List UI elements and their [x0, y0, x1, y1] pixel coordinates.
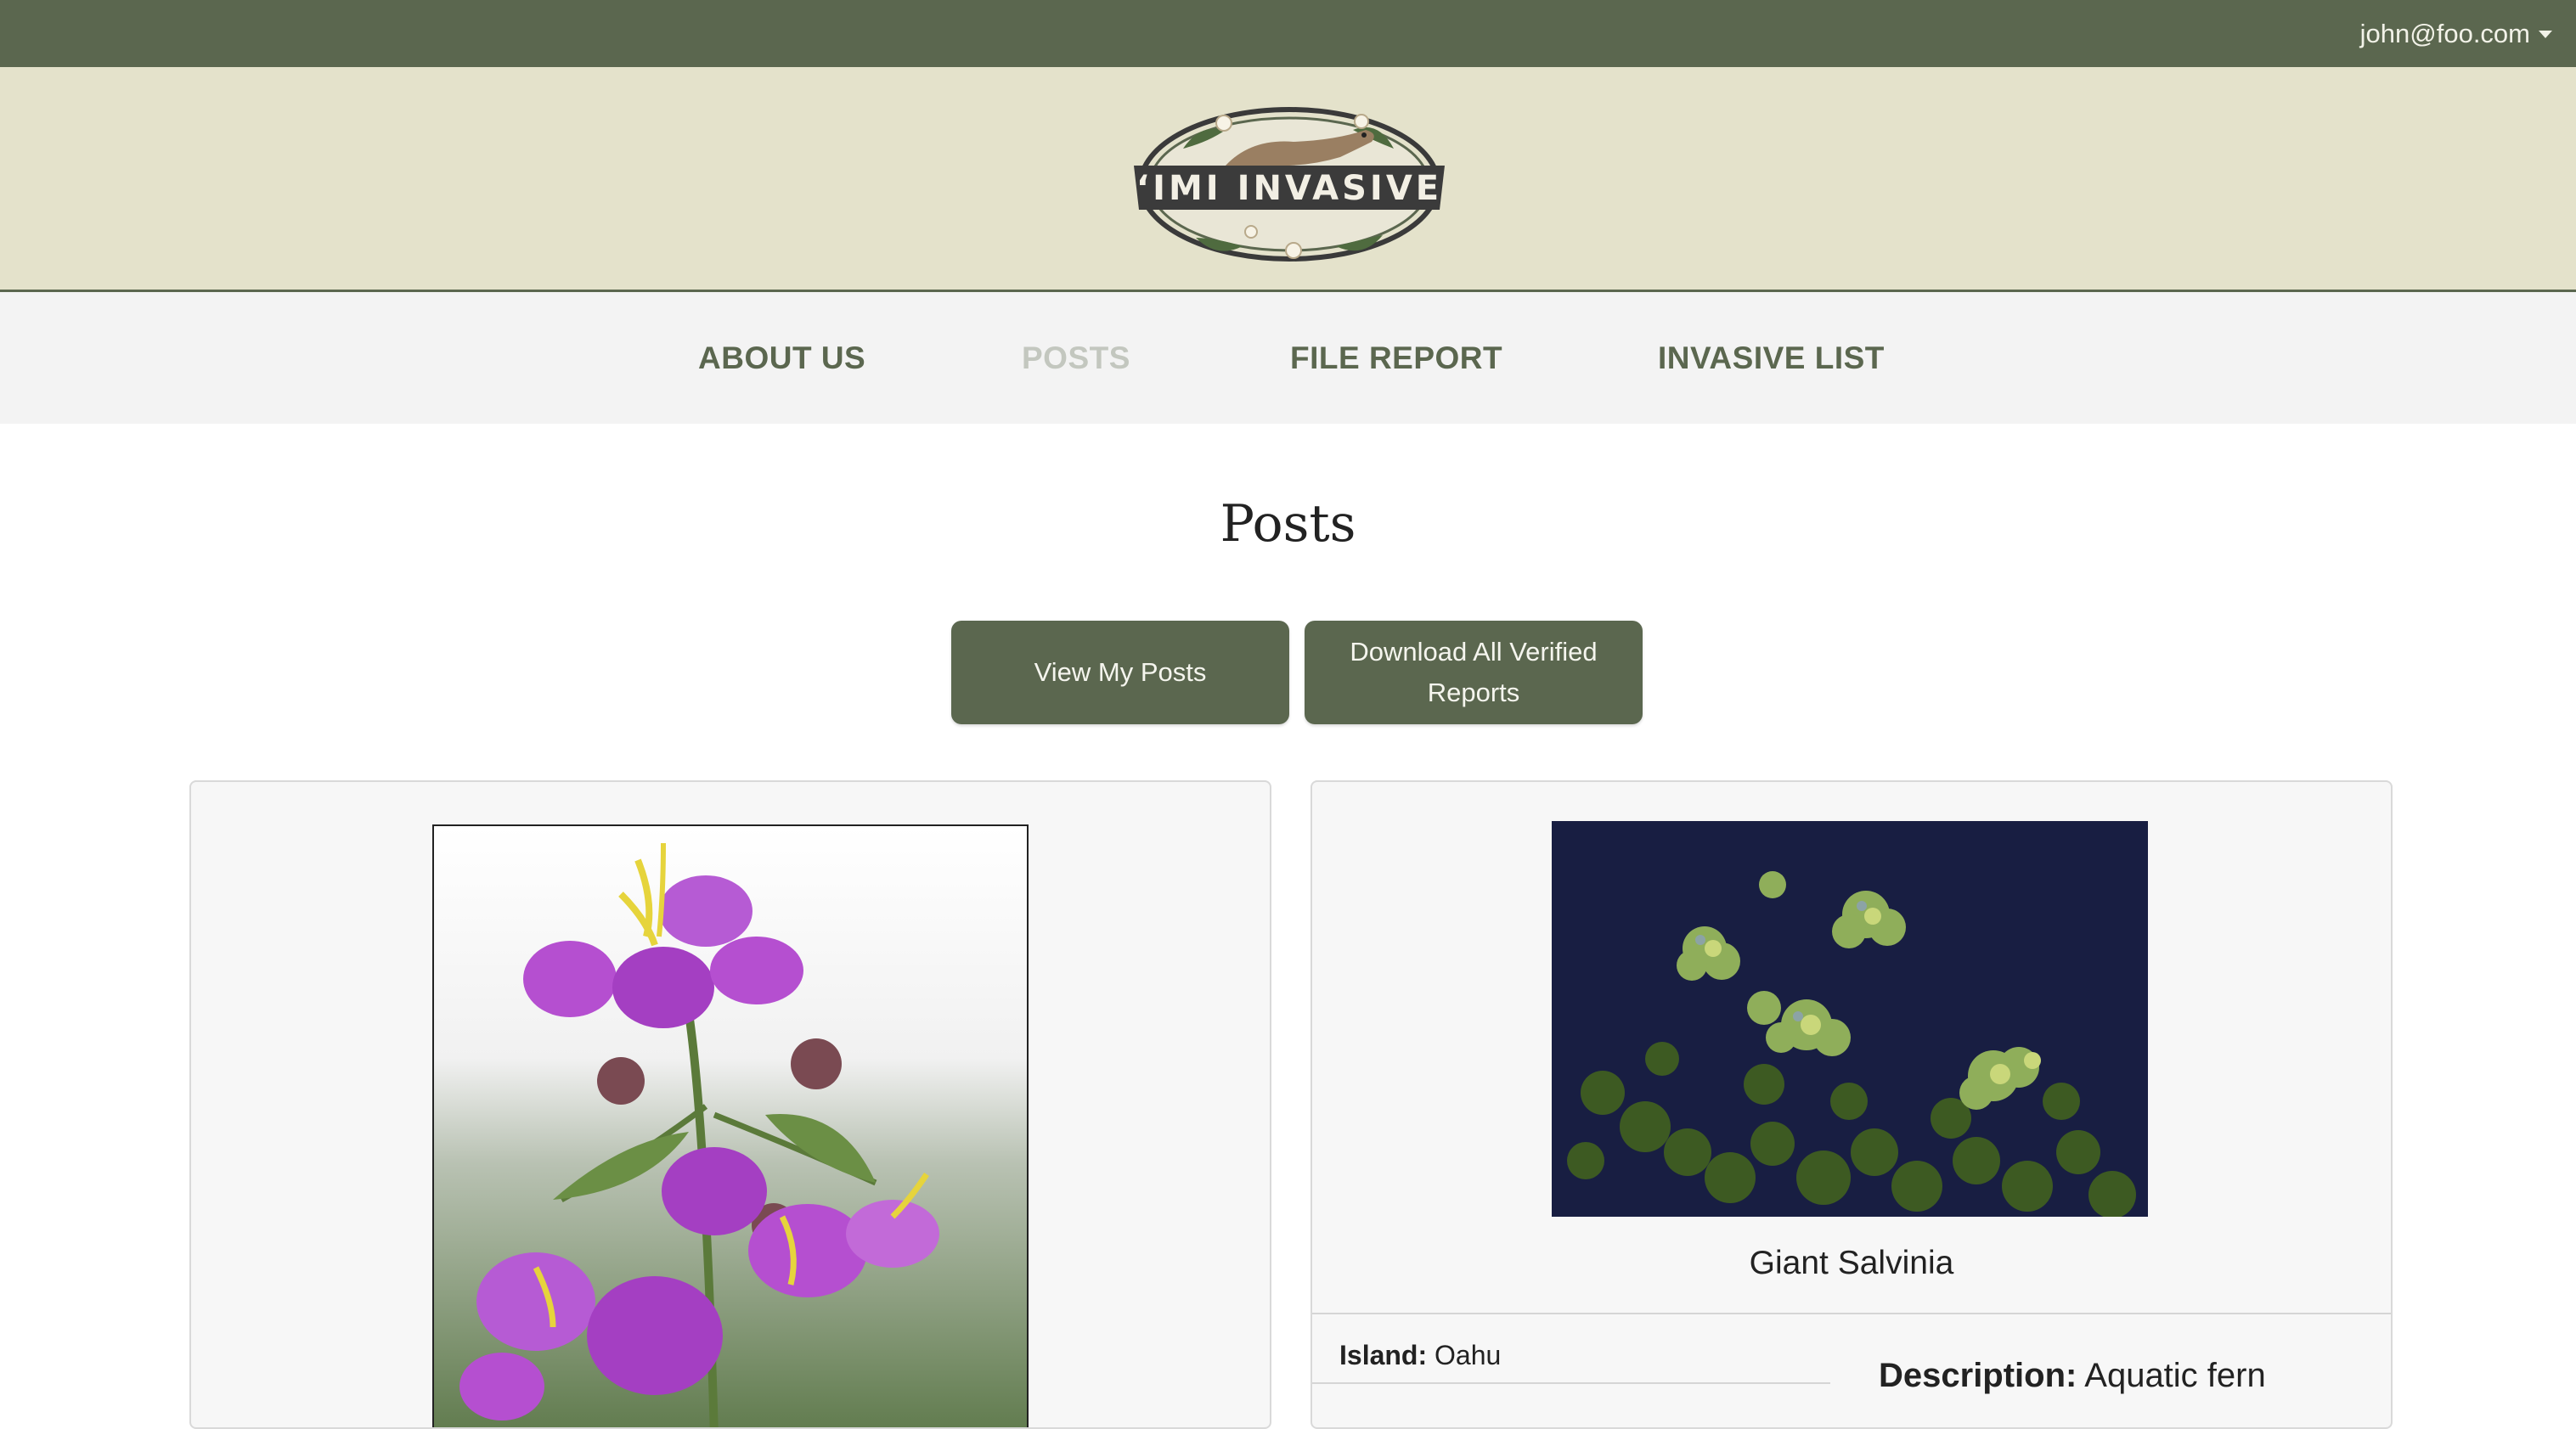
nav-about-us[interactable]: ABOUT US	[698, 292, 865, 424]
download-verified-reports-button[interactable]: Download All Verified Reports	[1305, 621, 1643, 724]
post-card[interactable]: Giant Salvinia Island: Oahu Description:…	[1311, 780, 2393, 1429]
description-label: Description:	[1879, 1357, 2077, 1394]
user-menu-dropdown[interactable]: john@foo.com	[2360, 0, 2552, 67]
post-card[interactable]	[189, 780, 1271, 1429]
download-label: Download All Verified Reports	[1350, 637, 1598, 707]
post-image[interactable]	[1552, 821, 2148, 1217]
user-email: john@foo.com	[2359, 18, 2530, 48]
top-bar: john@foo.com	[0, 0, 2576, 67]
view-my-posts-button[interactable]: View My Posts	[951, 621, 1289, 724]
chevron-down-icon	[2539, 31, 2552, 38]
logo-text: ‘IMI INVASIVE	[1136, 169, 1442, 208]
post-image[interactable]	[432, 824, 1029, 1427]
floating-fern-icon	[1552, 821, 2148, 1217]
description-value: Aquatic fern	[2084, 1357, 2266, 1394]
nav-file-report[interactable]: FILE REPORT	[1290, 292, 1502, 424]
imi-invasive-logo[interactable]: ‘IMI INVASIVE	[1124, 89, 1455, 271]
description-field: Description: Aquatic fern	[1879, 1357, 2266, 1395]
post-title: Giant Salvinia	[1749, 1245, 1954, 1281]
island-field: Island: Oahu	[1339, 1340, 1501, 1371]
card-divider	[1312, 1313, 2391, 1314]
main-nav: ABOUT US POSTS FILE REPORT INVASIVE LIST	[0, 292, 2576, 424]
island-value: Oahu	[1435, 1340, 1502, 1370]
nav-posts[interactable]: POSTS	[1022, 292, 1130, 424]
purple-flower-icon	[434, 826, 1027, 1427]
view-my-posts-label: View My Posts	[1034, 657, 1207, 687]
logo-header: ‘IMI INVASIVE	[0, 67, 2576, 292]
island-label: Island:	[1339, 1340, 1428, 1370]
detail-divider	[1312, 1382, 1830, 1384]
nav-invasive-list[interactable]: INVASIVE LIST	[1658, 292, 1885, 424]
page-title: Posts	[1220, 494, 1356, 554]
